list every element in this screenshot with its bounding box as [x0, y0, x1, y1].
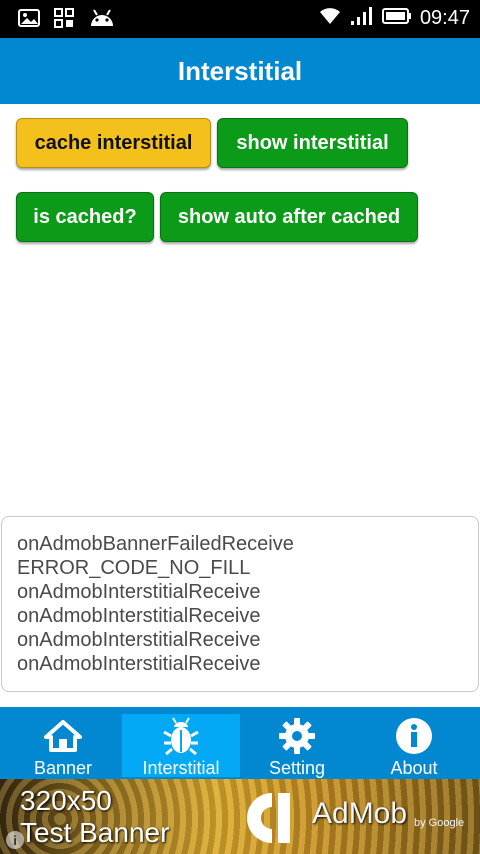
nav-item-banner[interactable]: Banner	[4, 707, 122, 779]
ad-test-label: Test Banner	[20, 817, 170, 848]
signal-icon	[350, 6, 374, 31]
nav-label: Setting	[268, 758, 326, 778]
home-icon	[41, 716, 85, 756]
app-bar: Interstitial	[0, 38, 480, 104]
log-line: onAdmobInterstitialReceive	[17, 605, 261, 627]
nav-item-about[interactable]: About	[355, 707, 473, 779]
battery-icon	[381, 7, 412, 30]
nav-item-setting[interactable]: Setting	[238, 707, 356, 779]
notification-icons	[18, 8, 116, 33]
apps-grid-icon	[54, 8, 74, 33]
log-line: ERROR_CODE_NO_FILL	[17, 557, 251, 579]
show-auto-after-cached-button[interactable]: show auto after cached	[160, 192, 418, 242]
show-interstitial-button[interactable]: show interstitial	[217, 118, 408, 168]
log-line: onAdmobInterstitialReceive	[17, 653, 261, 675]
wifi-icon	[318, 6, 342, 31]
gear-icon	[275, 716, 319, 756]
ad-size-label: 320x50	[20, 785, 112, 816]
nav-label: Interstitial	[142, 758, 220, 778]
clock: 09:47	[419, 7, 470, 29]
info-icon	[392, 716, 436, 756]
cache-interstitial-button[interactable]: cache interstitial	[16, 118, 211, 168]
nav-label: About	[390, 758, 438, 778]
nav-label: Banner	[33, 758, 93, 778]
status-bar: 09:47	[0, 0, 480, 38]
ad-info-icon[interactable]: i	[6, 831, 24, 849]
ad-by-google: by Google	[414, 817, 465, 829]
admob-logo-icon	[242, 787, 304, 849]
page-title: Interstitial	[177, 55, 303, 86]
system-icons: 09:47	[318, 6, 470, 31]
ad-banner[interactable]: 320x50 Test Banner AdMob by Google i	[0, 779, 480, 854]
android-icon	[88, 8, 116, 33]
ad-brand: AdMob	[312, 797, 408, 830]
log-line: onAdmobInterstitialReceive	[17, 581, 261, 603]
nav-item-interstitial[interactable]: Interstitial	[122, 714, 240, 778]
log-line: onAdmobInterstitialReceive	[17, 629, 261, 651]
bug-icon	[159, 716, 203, 756]
image-icon	[18, 9, 40, 32]
log-output[interactable]: onAdmobBannerFailedReceive ERROR_CODE_NO…	[1, 516, 479, 692]
bottom-nav: Banner Interstitial Setting About	[0, 707, 480, 779]
is-cached-button[interactable]: is cached?	[16, 192, 154, 242]
log-line: onAdmobBannerFailedReceive	[17, 533, 294, 555]
